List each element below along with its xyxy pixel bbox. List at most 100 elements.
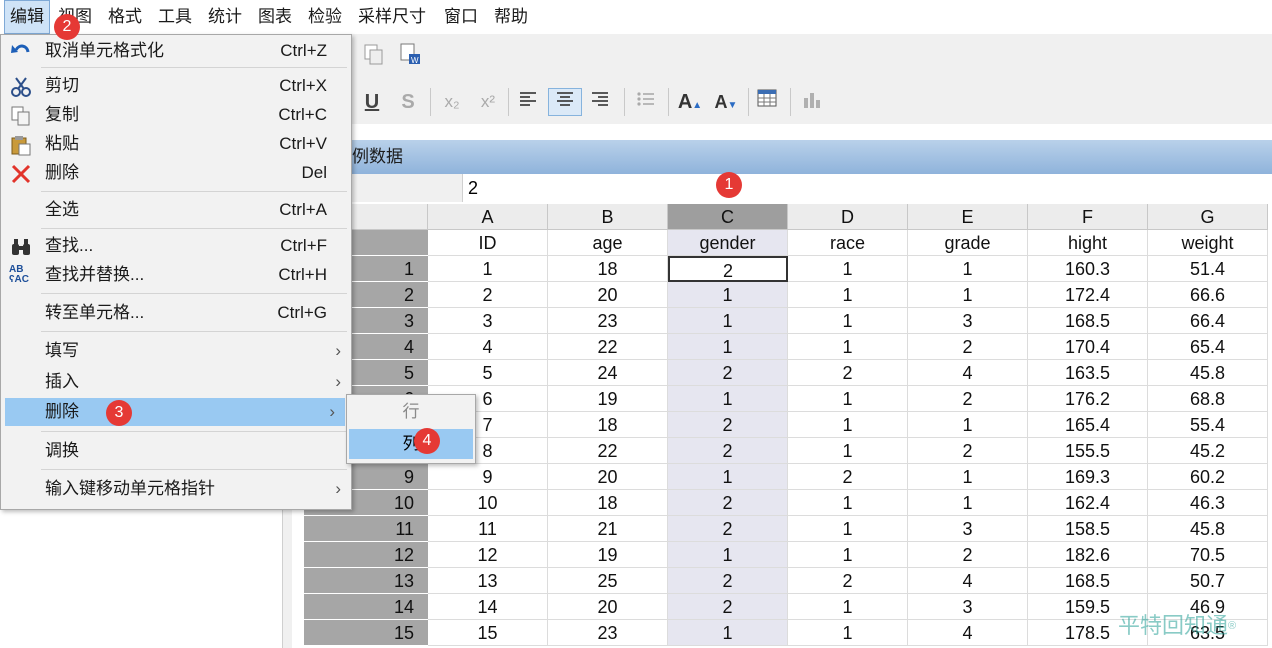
data-cell[interactable]: 168.5 <box>1028 308 1148 334</box>
data-cell[interactable]: 5 <box>428 360 548 386</box>
variable-name-cell[interactable]: gender <box>668 230 788 256</box>
menu-format[interactable]: 格式 <box>108 0 142 34</box>
data-cell[interactable]: 160.3 <box>1028 256 1148 282</box>
submenu-item-row[interactable]: 行 <box>349 397 473 427</box>
data-cell[interactable]: 155.5 <box>1028 438 1148 464</box>
data-cell[interactable]: 21 <box>548 516 668 542</box>
variable-name-cell[interactable]: ID <box>428 230 548 256</box>
variable-name-cell[interactable]: grade <box>908 230 1028 256</box>
menu-sampling[interactable]: 采样尺寸 <box>358 0 426 34</box>
superscript-icon[interactable]: x² <box>472 88 504 116</box>
menu-item-insert[interactable]: 插入 › <box>1 368 351 396</box>
data-cell[interactable]: 1 <box>668 334 788 360</box>
data-cell[interactable]: 1 <box>668 308 788 334</box>
menu-item-goto-cell[interactable]: 转至单元格... Ctrl+G <box>1 299 351 327</box>
data-cell[interactable]: 25 <box>548 568 668 594</box>
data-cell[interactable]: 45.2 <box>1148 438 1268 464</box>
data-cell[interactable]: 55.4 <box>1148 412 1268 438</box>
data-cell[interactable]: 170.4 <box>1028 334 1148 360</box>
menu-item-copy[interactable]: 复制 Ctrl+C <box>1 101 351 129</box>
font-shrink-icon[interactable]: A▼ <box>710 88 742 116</box>
data-cell[interactable]: 1 <box>668 542 788 568</box>
data-cell[interactable]: 1 <box>788 282 908 308</box>
data-cell[interactable]: 1 <box>788 412 908 438</box>
data-cell[interactable]: 2 <box>668 438 788 464</box>
data-cell[interactable]: 1 <box>788 308 908 334</box>
row-header[interactable]: 11 <box>304 516 428 542</box>
data-cell[interactable]: 2 <box>908 438 1028 464</box>
align-left-icon[interactable] <box>512 88 544 116</box>
data-cell[interactable]: 22 <box>548 334 668 360</box>
underline-icon[interactable]: U <box>356 88 388 116</box>
data-cell[interactable]: 1 <box>668 386 788 412</box>
data-cell[interactable]: 23 <box>548 308 668 334</box>
data-cell[interactable]: 45.8 <box>1148 360 1268 386</box>
data-cell[interactable]: 162.4 <box>1028 490 1148 516</box>
data-cell[interactable]: 24 <box>548 360 668 386</box>
data-cell[interactable]: 1 <box>788 542 908 568</box>
data-cell[interactable]: 2 <box>788 568 908 594</box>
data-cell[interactable]: 46.3 <box>1148 490 1268 516</box>
data-cell[interactable]: 18 <box>548 490 668 516</box>
data-cell[interactable]: 176.2 <box>1028 386 1148 412</box>
data-cell[interactable]: 60.2 <box>1148 464 1268 490</box>
data-cell[interactable]: 182.6 <box>1028 542 1148 568</box>
variable-name-cell[interactable]: weight <box>1148 230 1268 256</box>
data-cell[interactable]: 9 <box>428 464 548 490</box>
data-cell[interactable]: 1 <box>788 334 908 360</box>
data-cell[interactable]: 18 <box>548 256 668 282</box>
data-cell[interactable]: 1 <box>668 282 788 308</box>
row-header[interactable]: 14 <box>304 594 428 620</box>
data-cell[interactable]: 1 <box>668 464 788 490</box>
data-cell[interactable]: 2 <box>668 516 788 542</box>
cell-value-field[interactable]: 2 <box>468 174 478 202</box>
data-cell[interactable]: 51.4 <box>1148 256 1268 282</box>
data-cell[interactable]: 1 <box>908 256 1028 282</box>
column-header[interactable]: G <box>1148 204 1268 230</box>
data-cell[interactable]: 65.4 <box>1148 334 1268 360</box>
data-cell[interactable]: 2 <box>668 256 788 282</box>
data-cell[interactable]: 2 <box>908 334 1028 360</box>
menu-item-delete[interactable]: 删除 Del <box>1 159 351 187</box>
data-cell[interactable]: 2 <box>428 282 548 308</box>
data-cell[interactable]: 66.4 <box>1148 308 1268 334</box>
data-cell[interactable]: 3 <box>908 516 1028 542</box>
variable-name-cell[interactable]: age <box>548 230 668 256</box>
data-cell[interactable]: 1 <box>428 256 548 282</box>
menu-item-select-all[interactable]: 全选 Ctrl+A <box>1 196 351 224</box>
menu-item-find-replace[interactable]: AB ʕAC 查找并替换... Ctrl+H <box>1 261 351 289</box>
align-right-icon[interactable] <box>584 88 616 116</box>
menu-edit[interactable]: 编辑 <box>4 0 50 34</box>
data-cell[interactable]: 165.4 <box>1028 412 1148 438</box>
submenu-item-column[interactable]: 列 <box>349 429 473 459</box>
data-cell[interactable]: 18 <box>548 412 668 438</box>
data-cell[interactable]: 50.7 <box>1148 568 1268 594</box>
data-cell[interactable]: 20 <box>548 464 668 490</box>
data-cell[interactable]: 168.5 <box>1028 568 1148 594</box>
strikethrough-icon[interactable]: S <box>392 88 424 116</box>
data-cell[interactable]: 10 <box>428 490 548 516</box>
data-cell[interactable]: 14 <box>428 594 548 620</box>
data-cell[interactable]: 13 <box>428 568 548 594</box>
export-word-icon[interactable]: W <box>394 42 426 70</box>
row-header[interactable]: 15 <box>304 620 428 646</box>
data-cell[interactable]: 15 <box>428 620 548 646</box>
column-header[interactable]: B <box>548 204 668 230</box>
data-cell[interactable]: 1 <box>788 256 908 282</box>
row-header[interactable]: 13 <box>304 568 428 594</box>
data-cell[interactable]: 3 <box>908 308 1028 334</box>
data-cell[interactable]: 1 <box>668 620 788 646</box>
column-header[interactable]: F <box>1028 204 1148 230</box>
variable-name-cell[interactable]: hight <box>1028 230 1148 256</box>
data-cell[interactable]: 20 <box>548 594 668 620</box>
data-cell[interactable]: 45.8 <box>1148 516 1268 542</box>
data-cell[interactable]: 11 <box>428 516 548 542</box>
data-cell[interactable]: 4 <box>908 360 1028 386</box>
data-cell[interactable]: 1 <box>788 438 908 464</box>
data-cell[interactable]: 169.3 <box>1028 464 1148 490</box>
data-cell[interactable]: 2 <box>668 568 788 594</box>
data-cell[interactable]: 1 <box>788 386 908 412</box>
menu-item-fill[interactable]: 填写 › <box>1 337 351 365</box>
data-cell[interactable]: 2 <box>788 360 908 386</box>
data-cell[interactable]: 1 <box>788 620 908 646</box>
